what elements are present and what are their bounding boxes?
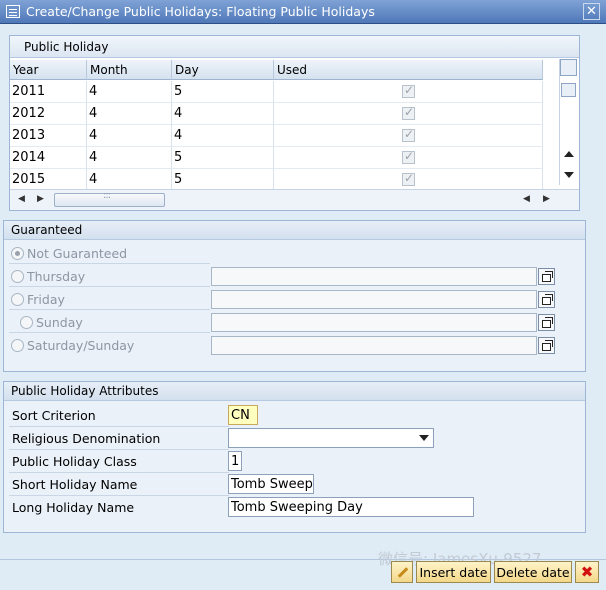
cell-used: [274, 81, 543, 103]
scroll-right-end-icon[interactable]: ▶: [543, 194, 550, 204]
used-checkbox[interactable]: [402, 127, 415, 142]
cell-day[interactable]: 5: [172, 81, 274, 103]
cell-month[interactable]: 4: [87, 147, 172, 169]
radio-option[interactable]: [20, 316, 33, 329]
sort-criterion-label: Sort Criterion: [12, 408, 96, 423]
cell-month[interactable]: 4: [87, 81, 172, 103]
scroll-grip: :::: [103, 190, 111, 201]
title-bar: Create/Change Public Holidays: Floating …: [0, 0, 606, 24]
chevron-down-icon[interactable]: [419, 435, 429, 441]
long-name-label: Long Holiday Name: [12, 500, 135, 515]
guaranteed-option-field[interactable]: [211, 267, 537, 286]
cell-year[interactable]: 2015: [10, 169, 87, 191]
guaranteed-option-label: Not Guaranteed: [27, 246, 128, 261]
public-holiday-table: Public Holiday Year Month Day Used 2011 4…: [9, 35, 580, 211]
used-checkbox[interactable]: [402, 149, 415, 164]
cell-year[interactable]: 2014: [10, 147, 87, 169]
column-header-used[interactable]: Used: [274, 60, 543, 80]
table-caption-label: Public Holiday: [24, 40, 109, 54]
guaranteed-option-field[interactable]: [211, 313, 537, 332]
short-name-label: Short Holiday Name: [12, 477, 138, 492]
cell-day[interactable]: 5: [172, 147, 274, 169]
cell-year[interactable]: 2012: [10, 103, 87, 125]
guaranteed-option-field[interactable]: [211, 336, 537, 355]
guaranteed-group-title: Guaranteed: [4, 221, 585, 240]
cell-day[interactable]: 5: [172, 169, 274, 191]
divider: [9, 309, 210, 310]
sort-criterion-field[interactable]: CN: [228, 405, 258, 425]
religious-denomination-dropdown[interactable]: [228, 428, 434, 448]
holiday-class-label: Public Holiday Class: [12, 454, 137, 469]
scroll-up-icon[interactable]: [564, 151, 574, 157]
scroll-right-icon[interactable]: ▶: [37, 194, 44, 204]
cancel-icon[interactable]: ✖: [575, 561, 599, 583]
delete-date-button[interactable]: Delete date: [494, 561, 572, 583]
column-header-year[interactable]: Year: [10, 60, 87, 80]
scroll-top-button[interactable]: [560, 59, 577, 76]
table-row[interactable]: 2011 4 5: [10, 81, 543, 103]
guaranteed-option-label: Friday: [27, 292, 65, 307]
divider: [9, 495, 229, 496]
table-row[interactable]: 2013 4 4: [10, 125, 543, 147]
guaranteed-option-field[interactable]: [211, 290, 537, 309]
cell-day[interactable]: 4: [172, 103, 274, 125]
cell-year[interactable]: 2011: [10, 81, 87, 103]
column-header-day[interactable]: Day: [172, 60, 274, 80]
radio-option[interactable]: [11, 293, 24, 306]
cell-used: [274, 103, 543, 125]
cell-year[interactable]: 2013: [10, 125, 87, 147]
window-icon: [6, 5, 20, 18]
divider: [9, 286, 210, 287]
used-checkbox[interactable]: [402, 171, 415, 186]
scroll-thumb[interactable]: [561, 83, 576, 97]
cell-used: [274, 125, 543, 147]
horizontal-scroll-thumb[interactable]: :::: [54, 190, 165, 207]
table-row[interactable]: 2014 4 5: [10, 147, 543, 169]
close-icon[interactable]: ✕: [583, 3, 600, 20]
window-title: Create/Change Public Holidays: Floating …: [26, 4, 375, 19]
short-name-field[interactable]: Tomb Sweep: [228, 474, 314, 494]
table-row[interactable]: 2015 4 5: [10, 169, 543, 191]
guaranteed-option-label: Saturday/Sunday: [27, 338, 135, 353]
divider: [9, 449, 229, 450]
scroll-down-icon[interactable]: [564, 172, 574, 178]
vertical-scrollbar[interactable]: [559, 59, 578, 185]
divider: [9, 426, 229, 427]
edit-button[interactable]: [391, 561, 413, 583]
long-name-field[interactable]: Tomb Sweeping Day: [228, 497, 474, 517]
used-checkbox[interactable]: [402, 105, 415, 120]
divider: [9, 263, 210, 264]
cell-month[interactable]: 4: [87, 169, 172, 191]
horizontal-scrollbar[interactable]: ◀ ▶ ::: ◀ ▶: [10, 189, 579, 210]
insert-date-button[interactable]: Insert date: [416, 561, 491, 583]
scroll-left-end-icon[interactable]: ◀: [523, 194, 530, 204]
attributes-group-title: Public Holiday Attributes: [4, 382, 585, 401]
radio-option[interactable]: [11, 339, 24, 352]
radio-not-guaranteed[interactable]: [11, 247, 24, 260]
cell-day[interactable]: 4: [172, 125, 274, 147]
religious-denomination-label: Religious Denomination: [12, 431, 161, 446]
cell-used: [274, 147, 543, 169]
column-header-month[interactable]: Month: [87, 60, 172, 80]
cell-month[interactable]: 4: [87, 125, 172, 147]
value-help-icon[interactable]: [538, 268, 555, 285]
scroll-left-icon[interactable]: ◀: [18, 194, 25, 204]
table-caption: Public Holiday: [10, 36, 579, 58]
guaranteed-option-label: Sunday: [36, 315, 83, 330]
guaranteed-group: Guaranteed Not Guaranteed Thursday Friday S…: [3, 220, 586, 372]
value-help-icon[interactable]: [538, 291, 555, 308]
used-checkbox[interactable]: [402, 83, 415, 98]
guaranteed-option-label: Thursday: [27, 269, 86, 284]
attributes-group: Public Holiday Attributes Sort Criterion…: [3, 381, 586, 533]
radio-option[interactable]: [11, 270, 24, 283]
divider: [9, 472, 229, 473]
table-row[interactable]: 2012 4 4: [10, 103, 543, 125]
divider: [9, 332, 210, 333]
cell-month[interactable]: 4: [87, 103, 172, 125]
value-help-icon[interactable]: [538, 314, 555, 331]
holiday-class-field[interactable]: 1: [228, 451, 242, 471]
cell-used: [274, 169, 543, 191]
value-help-icon[interactable]: [538, 337, 555, 354]
